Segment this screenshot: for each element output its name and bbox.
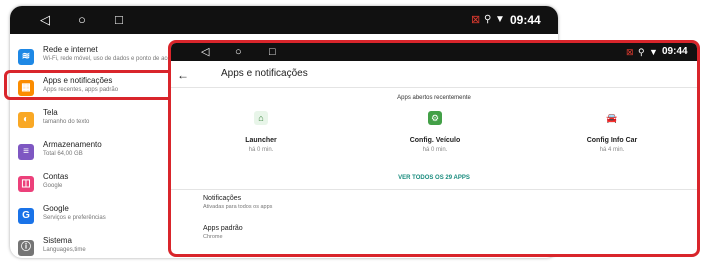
settings-item-subtitle: Total 64,00 GB xyxy=(43,151,83,157)
car-icon: 🚘 xyxy=(605,111,619,125)
see-all-apps-link[interactable]: VER TODOS OS 29 APPS xyxy=(171,175,697,181)
home-nav-icon[interactable]: ○ xyxy=(235,43,242,61)
settings-item-subtitle: tamanho do texto xyxy=(43,119,90,125)
recent-apps-header: Apps abertos recentemente xyxy=(397,95,471,101)
notifications-item[interactable]: Notificações Ativadas para todos os apps xyxy=(203,195,272,210)
recent-app-launcher[interactable]: ⌂ Launcher há 0 min. xyxy=(186,111,336,153)
clock: 09:44 xyxy=(510,13,541,27)
default-apps-item[interactable]: Apps padrão Chrome xyxy=(203,225,243,240)
settings-item-title: Armazenamento xyxy=(43,140,102,149)
settings-item-title: Rede e internet xyxy=(43,45,98,54)
sim-status-icon: ⊠ xyxy=(471,14,481,26)
wifi-status-icon: ▼ xyxy=(649,47,658,57)
recent-app-vehicle-config[interactable]: ⚙ Config. Veículo há 0 min. xyxy=(360,111,510,153)
recents-nav-icon[interactable]: □ xyxy=(269,43,276,61)
apps-highlight-frame xyxy=(4,70,174,100)
home-nav-icon[interactable]: ○ xyxy=(78,6,86,34)
status-bar: ◁ ○ □ ⊠ ⚲ ▼ 09:44 xyxy=(171,43,697,61)
page-title: Apps e notificações xyxy=(221,68,308,79)
location-status-icon: ⚲ xyxy=(484,14,492,25)
recent-app-name: Config. Veículo xyxy=(409,137,461,144)
back-arrow-icon[interactable]: ← xyxy=(177,68,189,82)
divider xyxy=(171,87,697,88)
recents-nav-icon[interactable]: □ xyxy=(115,6,123,34)
recent-app-time: há 4 min. xyxy=(599,147,625,153)
settings-item-subtitle: Serviços e preferências xyxy=(43,215,106,221)
google-icon: G xyxy=(18,208,34,224)
wifi-status-icon: ▼ xyxy=(495,14,505,25)
recent-app-time: há 0 min. xyxy=(422,147,448,153)
recent-app-name: Config Info Car xyxy=(586,137,638,144)
location-status-icon: ⚲ xyxy=(638,47,645,57)
status-bar: ◁ ○ □ ⊠ ⚲ ▼ 09:44 xyxy=(10,6,558,34)
item-subtitle: Ativadas para todos os apps xyxy=(203,204,273,210)
clock: 09:44 xyxy=(662,46,688,57)
item-title: Apps padrão xyxy=(203,225,243,232)
item-subtitle: Chrome xyxy=(203,234,223,240)
settings-item-subtitle: Google xyxy=(43,183,63,189)
apps-notifications-screen: ◁ ○ □ ⊠ ⚲ ▼ 09:44 ← Apps e notificações … xyxy=(168,40,700,257)
sim-status-icon: ⊠ xyxy=(626,47,634,57)
recent-app-name: Launcher xyxy=(245,137,277,144)
recent-app-info-car[interactable]: 🚘 Config Info Car há 4 min. xyxy=(537,111,687,153)
item-title: Notificações xyxy=(203,195,242,202)
settings-item-title: Contas xyxy=(43,172,69,181)
settings-item-title: Sistema xyxy=(43,236,72,245)
settings-item-title: Google xyxy=(43,204,69,213)
info-icon: ⓘ xyxy=(18,240,34,256)
vehicle-config-icon: ⚙ xyxy=(428,111,442,125)
launcher-house-icon: ⌂ xyxy=(254,111,268,125)
settings-item-subtitle: Languages,time xyxy=(43,247,86,253)
accounts-icon: ◫ xyxy=(18,176,34,192)
storage-icon: ≡ xyxy=(18,144,34,160)
display-icon: ◐ xyxy=(18,112,34,128)
divider xyxy=(171,189,697,190)
back-nav-icon[interactable]: ◁ xyxy=(40,6,50,34)
back-nav-icon[interactable]: ◁ xyxy=(201,43,209,61)
settings-item-subtitle: Wi-Fi, rede móvel, uso de dados e ponto … xyxy=(43,56,181,62)
settings-item-title: Tela xyxy=(43,108,58,117)
recent-app-time: há 0 min. xyxy=(248,147,274,153)
wifi-icon: ≋ xyxy=(18,49,34,65)
